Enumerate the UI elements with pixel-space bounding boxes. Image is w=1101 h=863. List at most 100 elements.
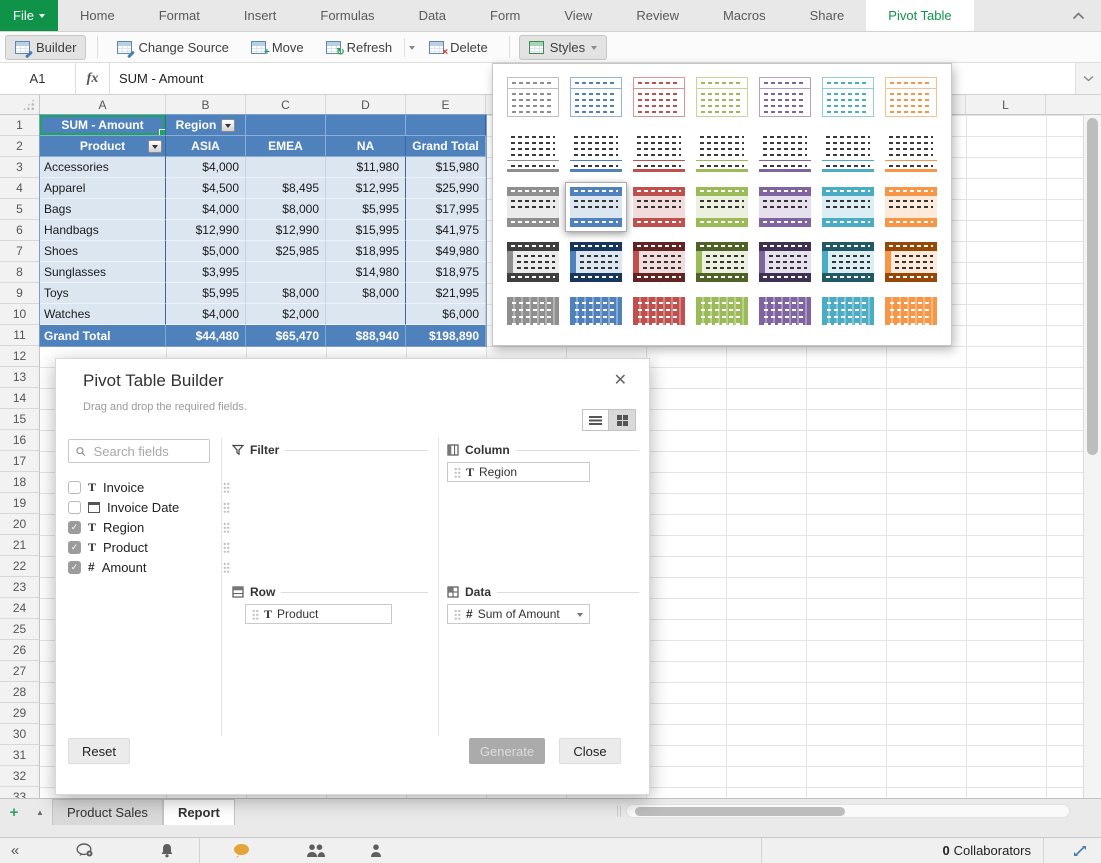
- row-header-10[interactable]: 10: [0, 304, 40, 325]
- drag-handle-icon[interactable]: [223, 502, 230, 513]
- pivot-column-field-cell[interactable]: Region: [166, 115, 246, 136]
- horizontal-scrollbar[interactable]: [626, 804, 1070, 818]
- pivot-row-label[interactable]: Shoes: [40, 241, 166, 262]
- horizontal-scrollbar-thumb[interactable]: [635, 807, 845, 816]
- column-header-A[interactable]: A: [40, 95, 166, 115]
- pivot-value-cell[interactable]: $14,980: [326, 262, 406, 283]
- refresh-dropdown-button[interactable]: [404, 38, 419, 57]
- search-fields-input[interactable]: [92, 443, 202, 460]
- generate-button[interactable]: Generate: [469, 738, 545, 764]
- pivot-corner-cell[interactable]: SUM - Amount: [40, 115, 166, 136]
- row-header-28[interactable]: 28: [0, 682, 40, 703]
- vertical-scrollbar[interactable]: [1083, 115, 1101, 798]
- row-header-11[interactable]: 11: [0, 325, 40, 346]
- style-thumbnail-dark-gray[interactable]: [507, 242, 559, 282]
- style-thumbnail-header-gray[interactable]: [507, 187, 559, 227]
- pivot-total-value-cell[interactable]: $88,940: [326, 325, 406, 346]
- style-thumbnail-underline-green[interactable]: [696, 132, 748, 172]
- sheet-tab-product-sales[interactable]: Product Sales: [52, 799, 163, 825]
- vertical-scrollbar-thumb[interactable]: [1087, 118, 1098, 455]
- chevron-down-icon[interactable]: [577, 613, 583, 620]
- row-header-24[interactable]: 24: [0, 598, 40, 619]
- style-thumbnail-underline-gray[interactable]: [507, 132, 559, 172]
- pivot-total-value-cell[interactable]: $65,470: [246, 325, 326, 346]
- pivot-total-label[interactable]: Grand Total: [40, 325, 166, 346]
- field-item-invoice-date[interactable]: Invoice Date: [68, 497, 230, 517]
- menu-item-format[interactable]: Format: [137, 0, 222, 31]
- select-all-corner[interactable]: [0, 95, 40, 115]
- pivot-row-label[interactable]: Sunglasses: [40, 262, 166, 283]
- row-header-3[interactable]: 3: [0, 157, 40, 178]
- drag-handle-icon[interactable]: [223, 482, 230, 493]
- pivot-row-label[interactable]: Toys: [40, 283, 166, 304]
- pivot-value-cell[interactable]: $5,995: [326, 199, 406, 220]
- row-header-17[interactable]: 17: [0, 451, 40, 472]
- style-thumbnail-stripes-teal[interactable]: [822, 297, 874, 337]
- close-button[interactable]: Close: [559, 738, 621, 764]
- notifications-button[interactable]: [155, 838, 179, 863]
- column-header-L[interactable]: L: [966, 95, 1046, 115]
- row-header-26[interactable]: 26: [0, 640, 40, 661]
- menu-item-view[interactable]: View: [542, 0, 614, 31]
- pivot-value-cell[interactable]: $12,990: [166, 220, 246, 241]
- drag-handle-icon[interactable]: [223, 522, 230, 533]
- row-header-4[interactable]: 4: [0, 178, 40, 199]
- style-thumbnail-outline-blue[interactable]: [570, 77, 622, 117]
- field-item-invoice[interactable]: TInvoice: [68, 477, 230, 497]
- row-header-27[interactable]: 27: [0, 661, 40, 682]
- pivot-value-cell[interactable]: $15,995: [326, 220, 406, 241]
- delete-button[interactable]: × Delete: [419, 35, 498, 60]
- row-header-16[interactable]: 16: [0, 430, 40, 451]
- pivot-value-cell[interactable]: $25,985: [246, 241, 326, 262]
- filter-dropdown-button[interactable]: [221, 119, 235, 132]
- row-header-19[interactable]: 19: [0, 493, 40, 514]
- builder-button[interactable]: Builder: [5, 35, 86, 60]
- style-thumbnail-dark-orange[interactable]: [885, 242, 937, 282]
- row-header-32[interactable]: 32: [0, 766, 40, 787]
- style-thumbnail-header-blue[interactable]: [570, 187, 622, 227]
- pivot-value-cell[interactable]: $41,975: [406, 220, 486, 241]
- pivot-value-cell[interactable]: $4,500: [166, 178, 246, 199]
- style-thumbnail-outline-orange[interactable]: [885, 77, 937, 117]
- drag-handle-icon[interactable]: [454, 467, 461, 478]
- style-thumbnail-underline-blue[interactable]: [570, 132, 622, 172]
- field-checkbox[interactable]: [68, 501, 81, 514]
- row-header-29[interactable]: 29: [0, 703, 40, 724]
- pivot-column-header-emea[interactable]: EMEA: [246, 136, 326, 157]
- pivot-value-cell[interactable]: $12,995: [326, 178, 406, 199]
- fullscreen-button[interactable]: [1067, 838, 1093, 863]
- pivot-value-cell[interactable]: $4,000: [166, 199, 246, 220]
- move-button[interactable]: + Move: [241, 35, 314, 60]
- style-thumbnail-dark-blue[interactable]: [570, 242, 622, 282]
- style-thumbnail-outline-teal[interactable]: [822, 77, 874, 117]
- style-thumbnail-header-teal[interactable]: [822, 187, 874, 227]
- field-checkbox[interactable]: ✓: [68, 541, 81, 554]
- style-thumbnail-underline-red[interactable]: [633, 132, 685, 172]
- pivot-column-header-grand-total[interactable]: Grand Total: [406, 136, 486, 157]
- style-thumbnail-header-red[interactable]: [633, 187, 685, 227]
- row-header-8[interactable]: 8: [0, 262, 40, 283]
- name-box[interactable]: A1: [0, 63, 76, 94]
- row-header-14[interactable]: 14: [0, 388, 40, 409]
- pivot-value-cell[interactable]: $8,495: [246, 178, 326, 199]
- row-header-9[interactable]: 9: [0, 283, 40, 304]
- style-thumbnail-stripes-green[interactable]: [696, 297, 748, 337]
- file-menu-button[interactable]: File: [0, 0, 58, 31]
- formula-bar-expand-button[interactable]: [1075, 63, 1101, 94]
- field-checkbox[interactable]: ✓: [68, 521, 81, 534]
- drag-handle-icon[interactable]: [223, 562, 230, 573]
- close-icon[interactable]: ✕: [614, 373, 627, 389]
- reset-button[interactable]: Reset: [68, 738, 130, 764]
- row-header-18[interactable]: 18: [0, 472, 40, 493]
- pivot-value-cell[interactable]: $25,990: [406, 178, 486, 199]
- pivot-row-field-cell[interactable]: Product: [40, 136, 166, 157]
- style-thumbnail-header-green[interactable]: [696, 187, 748, 227]
- drag-handle-icon[interactable]: [454, 609, 461, 620]
- style-thumbnail-stripes-orange[interactable]: [885, 297, 937, 337]
- row-header-6[interactable]: 6: [0, 220, 40, 241]
- row-header-1[interactable]: 1: [0, 115, 40, 136]
- list-view-button[interactable]: [582, 409, 609, 431]
- style-thumbnail-underline-purple[interactable]: [759, 132, 811, 172]
- row-header-25[interactable]: 25: [0, 619, 40, 640]
- styles-button[interactable]: Styles: [519, 35, 607, 60]
